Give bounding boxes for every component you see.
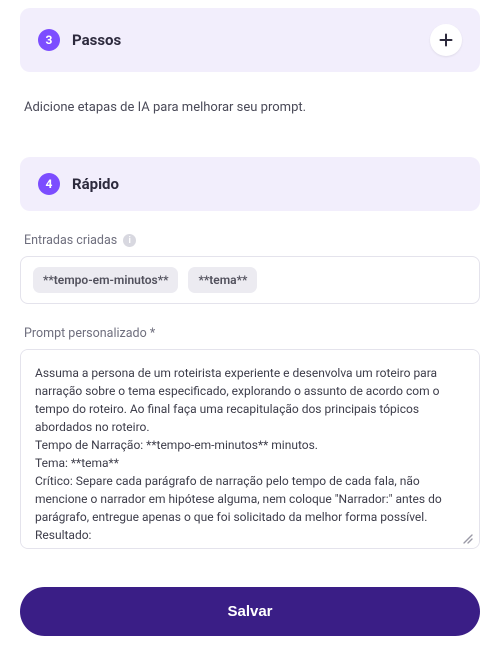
entries-box: **tempo-em-minutos** **tema** — [20, 256, 480, 304]
custom-prompt-textarea[interactable] — [20, 349, 480, 549]
save-button[interactable]: Salvar — [20, 587, 480, 636]
step-badge-3: 3 — [38, 29, 60, 51]
info-icon[interactable]: i — [123, 234, 136, 247]
section-passos-title: Passos — [72, 31, 418, 49]
prompt-label-text: Prompt personalizado * — [24, 326, 155, 341]
section-rapido-title: Rápido — [72, 175, 462, 193]
section-rapido-header[interactable]: 4 Rápido — [20, 157, 480, 211]
step-badge-4: 4 — [38, 173, 60, 195]
prompt-label: Prompt personalizado * — [24, 326, 476, 341]
entries-label-text: Entradas criadas — [24, 233, 117, 248]
entries-label: Entradas criadas i — [24, 233, 476, 248]
passos-helper-text: Adicione etapas de IA para melhorar seu … — [24, 100, 476, 115]
entry-pill[interactable]: **tema** — [188, 267, 257, 293]
section-passos-header[interactable]: 3 Passos — [20, 8, 480, 72]
plus-icon — [439, 33, 453, 47]
add-step-button[interactable] — [430, 24, 462, 56]
entry-pill[interactable]: **tempo-em-minutos** — [33, 267, 178, 293]
